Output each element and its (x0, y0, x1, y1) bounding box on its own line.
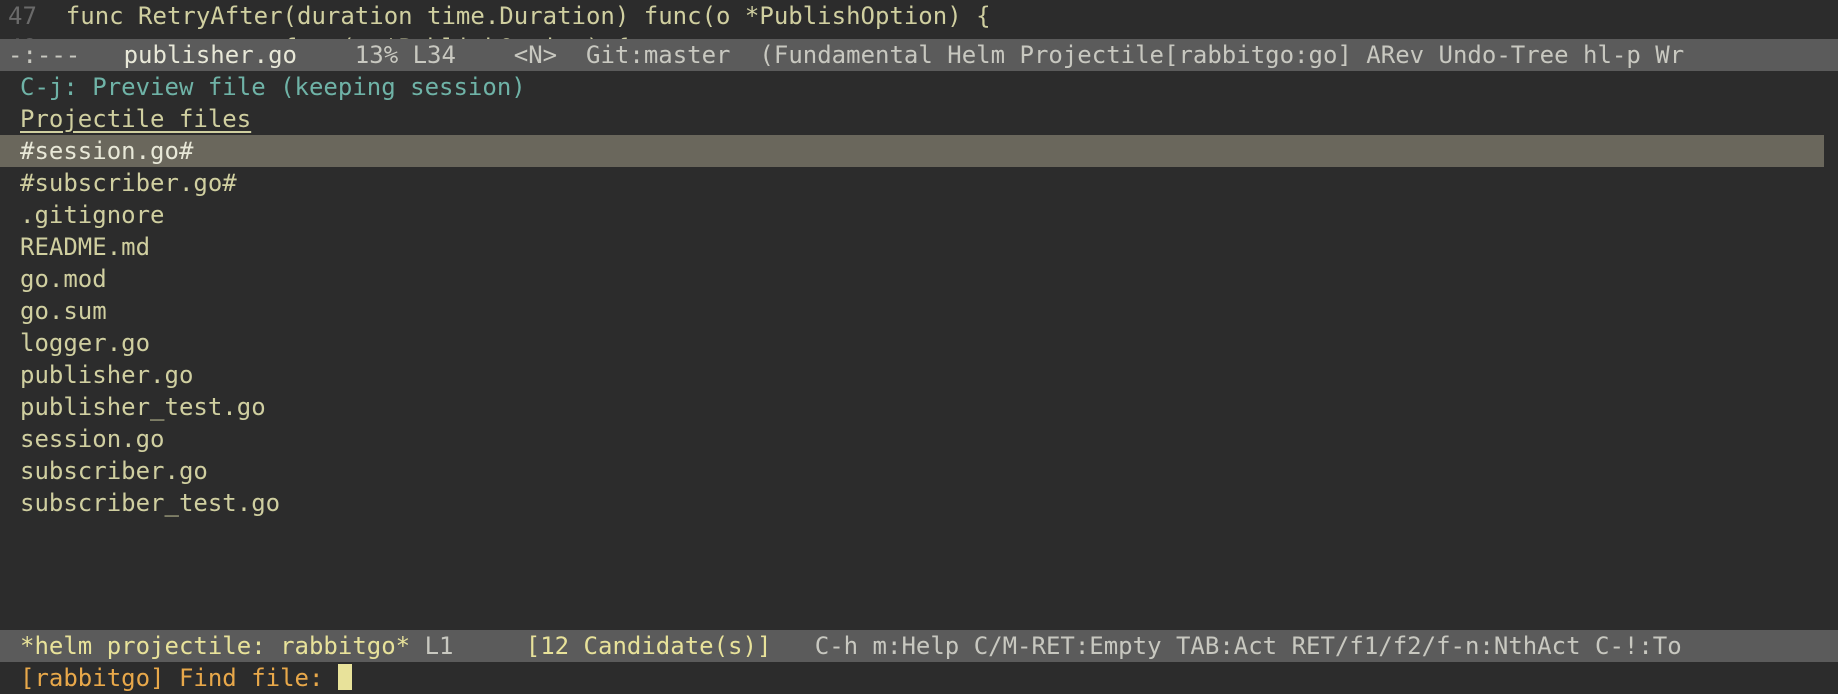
helm-hint: C-j: Preview file (keeping session) (0, 71, 1838, 103)
vcs-branch: Git:master (586, 41, 731, 69)
helm-candidate[interactable]: publisher_test.go (20, 391, 1838, 423)
helm-candidate[interactable]: publisher.go (20, 359, 1838, 391)
modeline-top: -:--- publisher.go 13% L34 <N> Git:maste… (0, 39, 1838, 71)
helm-help-hints: C-h m:Help C/M-RET:Empty TAB:Act RET/f1/… (815, 632, 1682, 660)
minibuffer[interactable]: [rabbitgo] Find file: (0, 662, 1838, 694)
minor-modes: (Fundamental Helm Projectile[rabbitgo:go… (759, 41, 1684, 69)
code-text: func RetryAfter(duration time.Duration) … (37, 2, 991, 30)
buffer-name: publisher.go (124, 41, 297, 69)
helm-candidate[interactable]: README.md (20, 231, 1838, 263)
minibuffer-prompt: [rabbitgo] Find file: (20, 664, 338, 692)
code-line-47: 47 func RetryAfter(duration time.Duratio… (8, 0, 1838, 32)
helm-candidate[interactable]: logger.go (20, 327, 1838, 359)
helm-file-list: #session.go# #subscriber.go# .gitignore … (0, 135, 1838, 519)
code-buffer: 47 func RetryAfter(duration time.Duratio… (0, 0, 1838, 39)
helm-candidate[interactable]: subscriber.go (20, 455, 1838, 487)
line-number: 47 (8, 2, 37, 30)
helm-candidate[interactable]: go.sum (20, 295, 1838, 327)
helm-candidate[interactable]: #subscriber.go# (20, 167, 1838, 199)
cursor (338, 664, 352, 690)
helm-candidate[interactable]: session.go (20, 423, 1838, 455)
helm-buffer-title: *helm projectile: rabbitgo* (20, 632, 410, 660)
modeline-status: -:--- (8, 41, 80, 69)
modeline-helm: *helm projectile: rabbitgo* L1 [12 Candi… (0, 630, 1838, 662)
helm-candidate[interactable]: .gitignore (20, 199, 1838, 231)
helm-candidate-count: [12 Candidate(s)] (526, 632, 772, 660)
helm-line: L1 (425, 632, 454, 660)
helm-section-header: Projectile files (0, 103, 1838, 135)
helm-candidate[interactable]: #session.go# (0, 135, 1824, 167)
helm-candidate[interactable]: subscriber_test.go (20, 487, 1838, 519)
evil-state: <N> (514, 41, 557, 69)
code-line-48: 48 return func(o *PublishOption) { (8, 32, 1838, 39)
helm-candidate[interactable]: go.mod (20, 263, 1838, 295)
buffer-position: 13% L34 (355, 41, 456, 69)
